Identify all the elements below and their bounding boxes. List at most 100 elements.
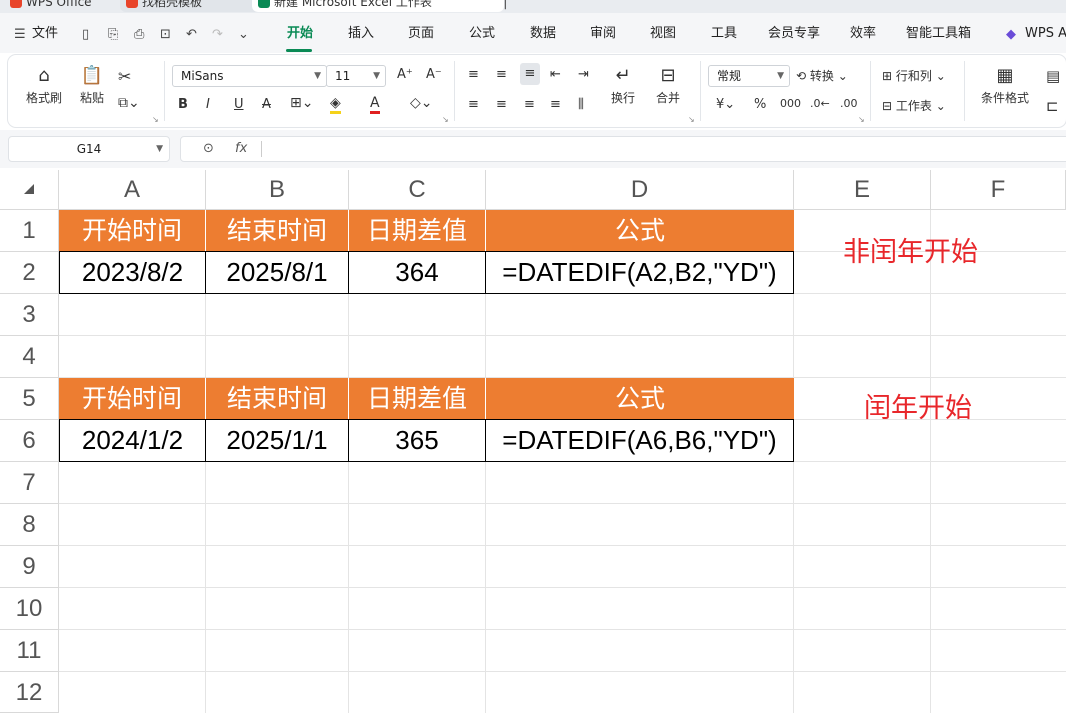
name-box[interactable]: G14 ▼: [8, 136, 170, 162]
undo-icon[interactable]: ↶: [186, 27, 197, 42]
row-header-2[interactable]: 2: [0, 252, 59, 294]
table2-header-formula[interactable]: 公式: [486, 378, 794, 420]
print-icon[interactable]: ⎙: [134, 27, 144, 42]
menu-insert[interactable]: 插入: [348, 26, 374, 42]
conditional-format-button[interactable]: ▦ 条件格式: [972, 65, 1038, 106]
decrease-font-icon[interactable]: A⁻: [426, 67, 442, 82]
align-top-icon[interactable]: ≡: [468, 67, 479, 82]
underline-icon[interactable]: U: [234, 97, 244, 112]
table1-header-formula[interactable]: 公式: [486, 210, 794, 252]
table1-header-start[interactable]: 开始时间: [59, 210, 206, 252]
italic-icon[interactable]: I: [206, 97, 210, 112]
row-header-6[interactable]: 6: [0, 420, 59, 462]
worksheet-button[interactable]: ⊟ 工作表 ⌄: [882, 97, 946, 114]
note-leap[interactable]: 闰年开始: [864, 386, 972, 425]
convert-button[interactable]: ⟲ 转换 ⌄: [796, 67, 848, 84]
menu-formulas[interactable]: 公式: [469, 26, 495, 42]
align-right-icon[interactable]: ≡: [524, 97, 535, 112]
chevron-down-icon[interactable]: ⌄: [238, 27, 249, 42]
clear-format-icon[interactable]: ◇⌄: [410, 95, 433, 111]
save-icon[interactable]: ▯: [82, 27, 89, 42]
menu-review[interactable]: 审阅: [590, 26, 616, 42]
menu-view[interactable]: 视图: [650, 26, 676, 42]
menu-member[interactable]: 会员专享: [768, 26, 820, 42]
note-non-leap[interactable]: 非闰年开始: [843, 230, 978, 269]
cell-style-icon[interactable]: ⊏: [1046, 97, 1059, 115]
row-header-5[interactable]: 5: [0, 378, 59, 420]
select-all-button[interactable]: [0, 170, 59, 210]
menu-smart-toolbox[interactable]: 智能工具箱: [906, 26, 971, 42]
wrap-text-button[interactable]: ↵ 换行: [606, 65, 640, 106]
row-header-3[interactable]: 3: [0, 294, 59, 336]
format-painter-button[interactable]: ⌂ 格式刷: [22, 65, 66, 106]
dialog-launcher-icon[interactable]: ↘: [152, 115, 159, 124]
cell-a2[interactable]: 2023/8/2: [59, 251, 206, 294]
number-format-select[interactable]: 常规 ▼: [708, 65, 790, 87]
column-header-a[interactable]: A: [59, 170, 206, 210]
menu-tools[interactable]: 工具: [711, 26, 737, 42]
column-header-e[interactable]: E: [794, 170, 931, 210]
font-name-select[interactable]: MiSans ▼: [172, 65, 327, 87]
cell-c2[interactable]: 364: [348, 251, 486, 294]
font-color-icon[interactable]: A: [370, 95, 380, 114]
menu-wps-ai[interactable]: WPS A: [1025, 26, 1066, 42]
menu-efficiency[interactable]: 效率: [850, 26, 876, 42]
menu-data[interactable]: 数据: [530, 26, 556, 42]
increase-font-icon[interactable]: A⁺: [397, 67, 413, 82]
fill-color-icon[interactable]: ◈: [330, 95, 341, 114]
align-left-icon[interactable]: ≡: [468, 97, 479, 112]
formula-input[interactable]: ⊙ fx: [180, 136, 1066, 162]
thousands-icon[interactable]: 000: [780, 97, 801, 110]
window-tab-wps-office[interactable]: WPS Office: [4, 0, 136, 12]
row-header-1[interactable]: 1: [0, 210, 59, 252]
row-header-10[interactable]: 10: [0, 588, 59, 630]
increase-decimal-icon[interactable]: .0←: [810, 97, 830, 110]
cut-icon[interactable]: ✂: [118, 67, 131, 86]
cell-a6[interactable]: 2024/1/2: [59, 419, 206, 462]
merge-button[interactable]: ⊟ 合并: [648, 65, 688, 106]
column-header-c[interactable]: C: [349, 170, 486, 210]
cell-d6[interactable]: =DATEDIF(A6,B6,"YD"): [485, 419, 794, 462]
indent-decrease-icon[interactable]: ⇤: [550, 67, 561, 82]
row-header-8[interactable]: 8: [0, 504, 59, 546]
hamburger-icon[interactable]: ☰: [14, 27, 26, 42]
distributed-icon[interactable]: ⫼: [578, 97, 584, 112]
print-preview-icon[interactable]: ⊡: [160, 27, 171, 42]
menu-file[interactable]: 文件: [32, 26, 58, 42]
cell-c6[interactable]: 365: [348, 419, 486, 462]
dialog-launcher-icon[interactable]: ↘: [858, 115, 865, 124]
dialog-launcher-icon[interactable]: ↘: [442, 115, 449, 124]
row-header-4[interactable]: 4: [0, 336, 59, 378]
redo-icon[interactable]: ↷: [212, 27, 223, 42]
bold-icon[interactable]: B: [178, 97, 188, 112]
table-style-icon[interactable]: ▤: [1046, 67, 1060, 85]
paste-button[interactable]: 📋 粘贴: [70, 65, 114, 106]
zoom-search-icon[interactable]: ⊙: [203, 141, 214, 156]
indent-increase-icon[interactable]: ⇥: [578, 67, 589, 82]
currency-icon[interactable]: ¥⌄: [716, 97, 735, 112]
new-tab-icon[interactable]: |: [503, 0, 508, 10]
export-icon[interactable]: ⎘: [108, 27, 118, 42]
font-size-select[interactable]: 11 ▼: [326, 65, 386, 87]
table1-header-diff[interactable]: 日期差值: [349, 210, 486, 252]
table2-header-start[interactable]: 开始时间: [59, 378, 206, 420]
align-middle-icon[interactable]: ≡: [496, 67, 507, 82]
cell-b6[interactable]: 2025/1/1: [205, 419, 349, 462]
row-col-button[interactable]: ⊞ 行和列 ⌄: [882, 67, 946, 84]
row-header-11[interactable]: 11: [0, 630, 59, 672]
align-center-icon[interactable]: ≡: [496, 97, 507, 112]
strikethrough-icon[interactable]: A: [262, 97, 271, 112]
dialog-launcher-icon[interactable]: ↘: [688, 115, 695, 124]
row-header-12[interactable]: 12: [0, 672, 59, 713]
copy-icon[interactable]: ⧉⌄: [118, 95, 140, 111]
table2-header-end[interactable]: 结束时间: [206, 378, 349, 420]
window-tab-workbook[interactable]: 新建 Microsoft Excel 工作表: [252, 0, 504, 12]
justify-icon[interactable]: ≡: [550, 97, 561, 112]
row-header-7[interactable]: 7: [0, 462, 59, 504]
cell-d2[interactable]: =DATEDIF(A2,B2,"YD"): [485, 251, 794, 294]
menu-home[interactable]: 开始: [287, 26, 313, 42]
column-header-d[interactable]: D: [486, 170, 794, 210]
cell-b2[interactable]: 2025/8/1: [205, 251, 349, 294]
menu-page[interactable]: 页面: [408, 26, 434, 42]
table2-header-diff[interactable]: 日期差值: [349, 378, 486, 420]
